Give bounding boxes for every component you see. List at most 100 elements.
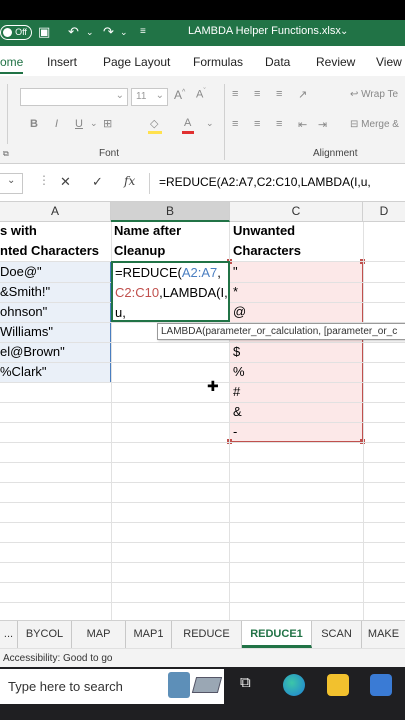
enter-icon[interactable]: ✓: [92, 174, 103, 190]
customize-toolbar-icon[interactable]: ≡: [140, 24, 146, 40]
formula-input[interactable]: =REDUCE(A2:A7,C2:C10,LAMBDA(I,u,: [149, 173, 405, 194]
decrease-indent-icon[interactable]: ⇤: [298, 118, 307, 131]
align-center-icon[interactable]: ≡: [254, 118, 260, 130]
id-badge-icon: [168, 672, 190, 698]
store-icon[interactable]: [370, 674, 392, 696]
active-cell-editor[interactable]: =REDUCE(A2:A7, C2:C10,LAMBDA(I, u,: [111, 261, 230, 322]
file-explorer-icon[interactable]: [327, 674, 349, 696]
column-header-d[interactable]: D: [363, 202, 405, 222]
underline-dropdown-icon[interactable]: ⌄: [90, 118, 98, 129]
increase-font-icon[interactable]: A^: [174, 88, 185, 102]
cell-c7[interactable]: %: [233, 364, 245, 379]
cell-c2[interactable]: ": [233, 264, 238, 279]
grid-line: [0, 542, 405, 543]
cell-c4[interactable]: @: [233, 304, 246, 319]
header-c-line2: Characters: [233, 243, 301, 258]
sheet-tabs: ... BYCOL MAP MAP1 REDUCE REDUCE1 SCAN M…: [0, 620, 405, 648]
underline-icon[interactable]: U: [75, 118, 83, 130]
header-a-line1: s with: [0, 223, 37, 238]
wrap-text-button[interactable]: ↩ Wrap Te: [350, 89, 398, 100]
chevron-down-icon: ⌄: [115, 90, 124, 101]
cell-c9[interactable]: &: [233, 404, 242, 419]
tab-formulas[interactable]: Formulas: [193, 55, 243, 69]
font-color-icon[interactable]: A: [184, 117, 191, 129]
wrap-text-label: Wrap Te: [361, 89, 399, 100]
redo-icon[interactable]: ↷: [103, 24, 114, 40]
bold-icon[interactable]: B: [30, 118, 38, 130]
title-dropdown-icon[interactable]: ⌄: [340, 24, 348, 40]
grid-line: [0, 342, 405, 343]
font-color-dropdown-icon[interactable]: ⌄: [206, 118, 214, 129]
grid-line: [0, 422, 405, 423]
column-header-b[interactable]: B: [111, 202, 230, 222]
sheet-tab-map1[interactable]: MAP1: [126, 621, 172, 648]
formula-part: ,: [217, 265, 221, 280]
font-name-box[interactable]: ⌄: [20, 88, 128, 106]
tab-view[interactable]: View: [376, 55, 402, 69]
undo-icon[interactable]: ↶: [68, 24, 79, 40]
italic-icon[interactable]: I: [55, 118, 58, 130]
cell-a4[interactable]: ohnson": [0, 304, 47, 319]
cell-a3[interactable]: &Smith!": [0, 284, 50, 299]
sheet-tab-reduce[interactable]: REDUCE: [172, 621, 242, 648]
column-header-c[interactable]: C: [230, 202, 363, 222]
decrease-font-icon[interactable]: Aˇ: [196, 88, 206, 101]
column-header-a[interactable]: A: [0, 202, 111, 222]
sheet-tab-reduce1[interactable]: REDUCE1: [242, 621, 312, 648]
undo-dropdown-icon[interactable]: ⌄: [86, 24, 94, 40]
tab-review[interactable]: Review: [316, 55, 355, 69]
tab-home[interactable]: ome: [0, 55, 24, 74]
fill-color-icon[interactable]: ◇: [150, 117, 158, 130]
orientation-icon[interactable]: ↗: [298, 88, 307, 101]
cell-c8[interactable]: #: [233, 384, 240, 399]
middle-align-icon[interactable]: ≡: [254, 88, 260, 100]
merge-label: Merge &: [361, 119, 399, 130]
grid-line: [0, 382, 405, 383]
status-bar: Accessibility: Good to go: [0, 648, 405, 667]
sheet-tab-make[interactable]: MAKE: [362, 621, 405, 648]
grid-line: [0, 502, 405, 503]
formula-bar: ⌄ ⋮ ✕ ✓ fx =REDUCE(A2:A7,C2:C10,LAMBDA(I…: [0, 164, 405, 202]
sheet-tab-bycol[interactable]: BYCOL: [18, 621, 72, 648]
cell-a5[interactable]: Williams": [0, 324, 53, 339]
cell-c10[interactable]: -: [233, 424, 237, 439]
font-size-box[interactable]: 11 ⌄: [131, 88, 168, 106]
name-box[interactable]: ⌄: [0, 173, 23, 194]
cell-a7[interactable]: %Clark": [0, 364, 47, 379]
redo-dropdown-icon[interactable]: ⌄: [120, 24, 128, 40]
autosave-toggle[interactable]: Off: [0, 25, 32, 40]
edge-browser-icon[interactable]: [283, 674, 305, 696]
cell-a2[interactable]: Doe@": [0, 264, 42, 279]
grid-line: [0, 482, 405, 483]
sheet-tab-map[interactable]: MAP: [72, 621, 126, 648]
top-align-icon[interactable]: ≡: [232, 88, 238, 100]
merge-icon: ⊟: [350, 119, 359, 130]
title-bar: Off ▣ ↶ ⌄ ↷ ⌄ ≡ LAMBDA Helper Functions.…: [0, 20, 405, 46]
task-view-icon[interactable]: ⧉: [240, 674, 251, 691]
tab-page-layout[interactable]: Page Layout: [103, 55, 170, 69]
increase-indent-icon[interactable]: ⇥: [318, 118, 327, 131]
merge-button[interactable]: ⊟ Merge &: [350, 119, 399, 130]
bottom-align-icon[interactable]: ≡: [276, 88, 282, 100]
cell-c3[interactable]: *: [233, 284, 238, 299]
taskbar: Type here to search ⧉: [0, 667, 405, 720]
tab-insert[interactable]: Insert: [47, 55, 77, 69]
borders-icon[interactable]: ⊞: [103, 117, 112, 130]
header-a-line2: nted Characters: [0, 243, 99, 258]
grid-line: [0, 362, 405, 363]
insert-function-icon[interactable]: fx: [124, 174, 135, 188]
sheet-tab-more[interactable]: ...: [0, 621, 18, 648]
tab-data[interactable]: Data: [265, 55, 290, 69]
header-c-line1: Unwanted: [233, 223, 296, 238]
search-highlight-image: [166, 667, 224, 704]
header-b-line2: Cleanup: [114, 243, 166, 258]
align-left-icon[interactable]: ≡: [232, 118, 238, 130]
align-right-icon[interactable]: ≡: [276, 118, 282, 130]
cancel-icon[interactable]: ✕: [60, 174, 71, 190]
cell-a6[interactable]: el@Brown": [0, 344, 65, 359]
cell-c6[interactable]: $: [233, 344, 240, 359]
dialog-launcher-icon[interactable]: ⧉: [3, 149, 9, 159]
save-icon[interactable]: ▣: [38, 24, 50, 40]
spreadsheet-grid[interactable]: s with nted Characters Name after Cleanu…: [0, 222, 405, 620]
sheet-tab-scan[interactable]: SCAN: [312, 621, 362, 648]
